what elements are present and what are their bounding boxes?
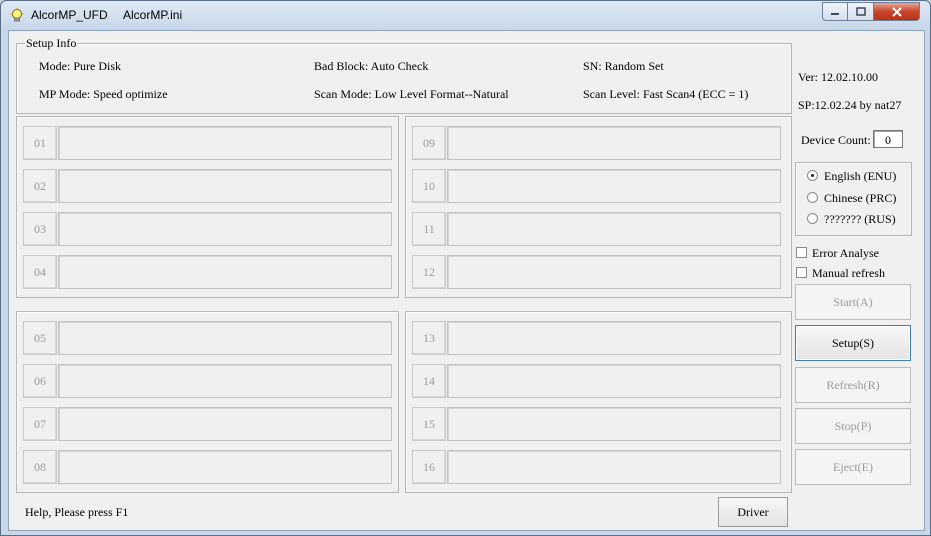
- minimize-icon: [831, 12, 839, 15]
- radio-english-indicator: [807, 170, 818, 181]
- slot-number-button[interactable]: 12: [412, 255, 446, 289]
- slot-status-bar: [58, 255, 392, 289]
- slot-number-button[interactable]: 10: [412, 169, 446, 203]
- setup-info-caption: Setup Info: [25, 36, 78, 51]
- maximize-button[interactable]: [848, 2, 874, 21]
- lightbulb-icon: [10, 8, 24, 22]
- slot-status-bar: [58, 450, 392, 484]
- slot-status-bar: [58, 212, 392, 246]
- slot-number-button[interactable]: 13: [412, 321, 446, 355]
- radio-english-label: English (ENU): [824, 169, 897, 183]
- sn-text: SN: Random Set: [583, 59, 664, 73]
- radio-russian-indicator: [807, 213, 818, 224]
- slot-number-button[interactable]: 05: [23, 321, 57, 355]
- slot-number-button[interactable]: 07: [23, 407, 57, 441]
- stop-button[interactable]: Stop(P): [795, 408, 911, 444]
- slot-number-button[interactable]: 09: [412, 126, 446, 160]
- language-group: English (ENU) Chinese (PRC) ??????? (RUS…: [795, 162, 912, 236]
- mp-mode-text: MP Mode: Speed optimize: [39, 87, 168, 101]
- slot-number-button[interactable]: 02: [23, 169, 57, 203]
- eject-button[interactable]: Eject(E): [795, 449, 911, 485]
- radio-chinese-indicator: [807, 192, 818, 203]
- slot-status-bar: [447, 407, 781, 441]
- radio-russian-label: ??????? (RUS): [824, 212, 896, 226]
- slot-status-bar: [447, 126, 781, 160]
- help-text: Help, Please press F1: [25, 505, 129, 519]
- main-window: AlcorMP_UFD AlcorMP.ini Setup Info Mode:…: [0, 0, 931, 536]
- radio-russian[interactable]: ??????? (RUS): [807, 212, 896, 227]
- slot-number-button[interactable]: 06: [23, 364, 57, 398]
- title-bar[interactable]: AlcorMP_UFD AlcorMP.ini: [1, 1, 930, 31]
- error-analyse-box: [796, 247, 807, 258]
- scan-mode-text: Scan Mode: Low Level Format--Natural: [314, 87, 509, 101]
- close-icon: [891, 6, 902, 17]
- slot-status-bar: [58, 407, 392, 441]
- device-count-value: 0: [873, 130, 903, 148]
- bad-block-text: Bad Block: Auto Check: [314, 59, 429, 73]
- slot-number-button[interactable]: 08: [23, 450, 57, 484]
- slot-status-bar: [58, 169, 392, 203]
- radio-chinese-label: Chinese (PRC): [824, 191, 897, 205]
- slot-status-bar: [447, 169, 781, 203]
- maximize-icon: [855, 7, 866, 16]
- window-title: AlcorMP_UFD: [31, 8, 108, 22]
- slot-status-bar: [447, 450, 781, 484]
- slot-status-bar: [58, 364, 392, 398]
- slot-number-button[interactable]: 14: [412, 364, 446, 398]
- slot-status-bar: [58, 321, 392, 355]
- window-title-file: AlcorMP.ini: [123, 8, 183, 22]
- refresh-button[interactable]: Refresh(R): [795, 367, 911, 403]
- slot-number-button[interactable]: 16: [412, 450, 446, 484]
- error-analyse-label: Error Analyse: [812, 246, 879, 260]
- manual-refresh-box: [796, 267, 807, 278]
- mode-text: Mode: Pure Disk: [39, 59, 121, 73]
- slot-number-button[interactable]: 04: [23, 255, 57, 289]
- start-button[interactable]: Start(A): [795, 284, 911, 320]
- slot-status-bar: [447, 321, 781, 355]
- close-button[interactable]: [874, 2, 920, 21]
- error-analyse-checkbox[interactable]: Error Analyse: [796, 246, 879, 261]
- device-count-label: Device Count:: [801, 133, 871, 147]
- radio-english[interactable]: English (ENU): [807, 169, 896, 184]
- slot-status-bar: [58, 126, 392, 160]
- slot-number-button[interactable]: 03: [23, 212, 57, 246]
- scan-level-text: Scan Level: Fast Scan4 (ECC = 1): [583, 87, 749, 101]
- manual-refresh-checkbox[interactable]: Manual refresh: [796, 266, 885, 281]
- driver-button[interactable]: Driver: [718, 497, 788, 527]
- sp-text: SP:12.02.24 by nat27: [798, 98, 902, 112]
- radio-chinese[interactable]: Chinese (PRC): [807, 191, 896, 206]
- setup-info-group: Setup Info Mode: Pure Disk Bad Block: Au…: [16, 36, 792, 114]
- window-controls: [822, 2, 920, 21]
- slot-number-button[interactable]: 15: [412, 407, 446, 441]
- slot-status-bar: [447, 212, 781, 246]
- version-text: Ver: 12.02.10.00: [798, 70, 878, 84]
- slot-number-button[interactable]: 11: [412, 212, 446, 246]
- slot-status-bar: [447, 364, 781, 398]
- manual-refresh-label: Manual refresh: [812, 266, 885, 280]
- slot-status-bar: [447, 255, 781, 289]
- client-area: Setup Info Mode: Pure Disk Bad Block: Au…: [8, 30, 925, 531]
- setup-button[interactable]: Setup(S): [795, 325, 911, 361]
- slot-number-button[interactable]: 01: [23, 126, 57, 160]
- minimize-button[interactable]: [822, 2, 848, 21]
